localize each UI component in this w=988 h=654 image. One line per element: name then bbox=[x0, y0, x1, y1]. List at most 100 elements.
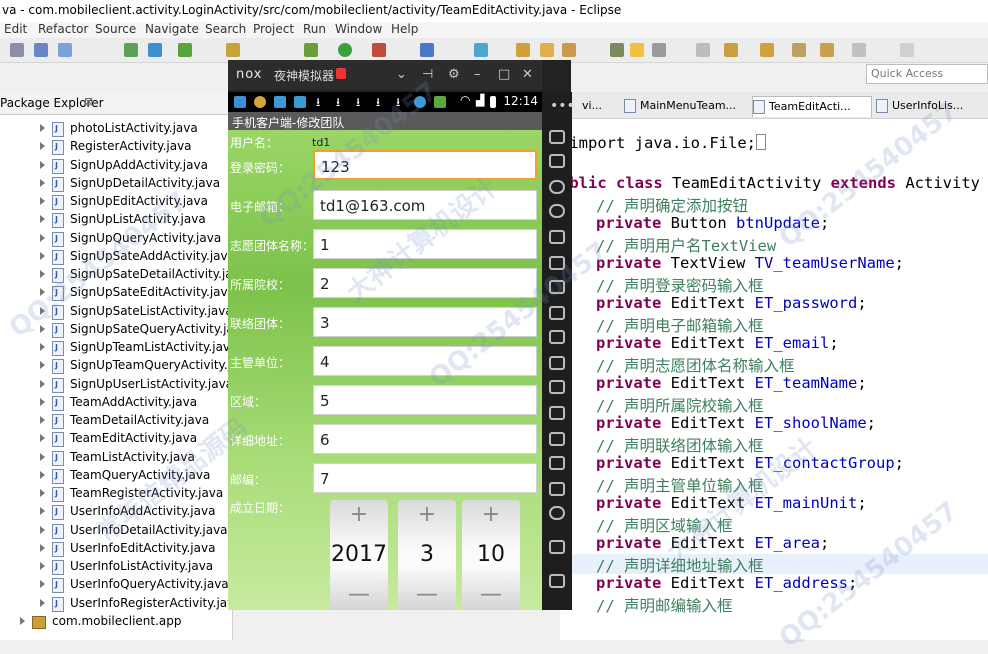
home-icon[interactable] bbox=[549, 540, 565, 554]
menu-run[interactable]: Run bbox=[303, 22, 326, 36]
close-icon[interactable]: ⊠ bbox=[84, 95, 93, 108]
highlight-icon[interactable] bbox=[630, 43, 644, 57]
tab-editor-1[interactable]: vi... bbox=[582, 96, 622, 116]
expand-arrow-icon[interactable] bbox=[40, 233, 45, 242]
display-icon[interactable] bbox=[549, 230, 565, 244]
new-icon[interactable] bbox=[10, 43, 24, 57]
tree-item[interactable]: J TeamEditActivity.java bbox=[0, 430, 232, 448]
expand-arrow-icon[interactable] bbox=[40, 288, 45, 297]
keyboard-icon[interactable] bbox=[549, 130, 565, 144]
month-picker[interactable]: + 3 — bbox=[398, 500, 456, 610]
volume-down-icon[interactable] bbox=[549, 306, 565, 320]
sync-icon[interactable] bbox=[549, 482, 565, 496]
tab-userinfolist[interactable]: UserInfoLis... bbox=[876, 96, 986, 116]
expand-arrow-icon[interactable] bbox=[40, 251, 45, 260]
back-icon[interactable] bbox=[820, 43, 834, 57]
fullscreen-icon[interactable] bbox=[549, 256, 565, 270]
shake-icon[interactable] bbox=[549, 356, 565, 370]
tree-item[interactable]: JphotoListActivity.java bbox=[0, 120, 232, 138]
folder-icon[interactable] bbox=[226, 43, 240, 57]
menu-icon[interactable] bbox=[549, 456, 565, 470]
tree-item[interactable]: J SignUpSateQueryActivity.java bbox=[0, 321, 248, 339]
address-input[interactable]: 6 bbox=[313, 424, 537, 454]
expand-arrow-icon[interactable] bbox=[40, 306, 45, 315]
chevron-down-icon[interactable]: ⌄ bbox=[396, 67, 407, 82]
annotation-icon[interactable] bbox=[610, 43, 624, 57]
team-name-input[interactable]: 1 bbox=[313, 229, 537, 259]
expand-arrow-icon[interactable] bbox=[20, 616, 25, 625]
day-picker[interactable]: + 10 — bbox=[462, 500, 520, 610]
apk-icon[interactable] bbox=[549, 330, 565, 344]
maximize-icon[interactable]: □ bbox=[498, 67, 510, 82]
prev-annotation-icon[interactable] bbox=[760, 43, 774, 57]
forward-icon[interactable] bbox=[852, 43, 866, 57]
year-picker[interactable]: + 2017 — bbox=[330, 500, 388, 610]
expand-arrow-icon[interactable] bbox=[40, 489, 45, 497]
expand-arrow-icon[interactable] bbox=[40, 434, 45, 443]
tree-item[interactable]: J SignUpDetailActivity.java bbox=[0, 175, 232, 193]
pin-icon[interactable]: ⊣ bbox=[422, 67, 433, 82]
external-tools-icon[interactable] bbox=[372, 43, 386, 57]
expand-arrow-icon[interactable] bbox=[40, 452, 45, 461]
pen-icon[interactable] bbox=[562, 43, 576, 57]
month-decrement-button[interactable]: — bbox=[398, 582, 456, 607]
day-increment-button[interactable]: + bbox=[462, 502, 520, 527]
expand-arrow-icon[interactable] bbox=[40, 124, 45, 132]
tree-item[interactable]: J TeamQueryActivity.java bbox=[0, 467, 232, 485]
close-icon[interactable]: ✕ bbox=[522, 67, 533, 82]
format-icon[interactable] bbox=[652, 43, 666, 57]
open-file-icon[interactable] bbox=[540, 43, 554, 57]
debug-icon[interactable] bbox=[304, 43, 318, 57]
month-increment-button[interactable]: + bbox=[398, 502, 456, 527]
tree-item[interactable]: J SignUpTeamQueryActivity.java bbox=[0, 357, 253, 375]
menu-refactor[interactable]: Refactor bbox=[38, 22, 88, 36]
tree-item[interactable]: J SignUpTeamListActivity.java bbox=[0, 339, 237, 357]
school-input[interactable]: 2 bbox=[313, 268, 537, 298]
scissors-icon[interactable] bbox=[549, 180, 565, 194]
expand-arrow-icon[interactable] bbox=[40, 215, 45, 224]
day-decrement-button[interactable]: — bbox=[462, 582, 520, 607]
expand-arrow-icon[interactable] bbox=[40, 562, 45, 570]
run-icon[interactable] bbox=[338, 43, 352, 57]
perspective-icon[interactable] bbox=[900, 43, 914, 57]
expand-arrow-icon[interactable] bbox=[40, 416, 45, 424]
gear-icon[interactable]: ⚙ bbox=[448, 67, 460, 82]
tree-item[interactable]: J SignUpListActivity.java bbox=[0, 211, 232, 229]
save-icon[interactable] bbox=[34, 43, 48, 57]
postcode-input[interactable]: 7 bbox=[313, 463, 537, 493]
menu-window[interactable]: Window bbox=[335, 22, 382, 36]
tree-item[interactable]: J TeamListActivity.java bbox=[0, 449, 232, 467]
tree-item[interactable]: J SignUpSateDetailActivity.java bbox=[0, 266, 247, 284]
tree-item[interactable]: J UserInfoQueryActivity.java bbox=[0, 576, 232, 594]
expand-arrow-icon[interactable] bbox=[40, 543, 45, 552]
contact-group-input[interactable]: 3 bbox=[313, 307, 537, 337]
export-icon[interactable] bbox=[148, 43, 162, 57]
open-folder-icon[interactable] bbox=[516, 43, 530, 57]
year-increment-button[interactable]: + bbox=[330, 502, 388, 527]
expand-arrow-icon[interactable] bbox=[40, 178, 45, 187]
area-input[interactable]: 5 bbox=[313, 385, 537, 415]
tree-item[interactable]: J UserInfoEditActivity.java bbox=[0, 540, 232, 558]
macro-icon[interactable] bbox=[549, 380, 565, 394]
tree-item[interactable]: J TeamRegisterActivity.java bbox=[0, 485, 232, 503]
expand-arrow-icon[interactable] bbox=[40, 270, 45, 278]
tab-teamedit[interactable]: TeamEditActi... bbox=[752, 96, 872, 117]
expand-arrow-icon[interactable] bbox=[40, 343, 45, 351]
tree-item[interactable]: J SignUpSateAddActivity.java bbox=[0, 248, 235, 266]
block-icon[interactable] bbox=[696, 43, 710, 57]
email-input[interactable]: td1@163.com bbox=[313, 190, 537, 220]
expand-arrow-icon[interactable] bbox=[40, 324, 45, 333]
expand-arrow-icon[interactable] bbox=[40, 379, 45, 388]
tree-item[interactable]: J UserInfoListActivity.java bbox=[0, 558, 232, 576]
tree-item[interactable]: J RegisterActivity.java bbox=[0, 138, 232, 156]
recorder-icon[interactable] bbox=[549, 432, 565, 446]
tree-item[interactable]: J SignUpEditActivity.java bbox=[0, 193, 232, 211]
tree-item[interactable]: J SignUpSateListActivity.java bbox=[0, 303, 233, 321]
year-decrement-button[interactable]: — bbox=[330, 582, 388, 607]
minimize-icon[interactable]: – bbox=[474, 67, 481, 82]
tab-mainmenuteam[interactable]: MainMenuTeam... bbox=[624, 96, 742, 116]
expand-arrow-icon[interactable] bbox=[40, 598, 45, 607]
menu-navigate[interactable]: Navigate bbox=[145, 22, 199, 36]
more-icon[interactable]: ••• bbox=[550, 98, 575, 114]
expand-arrow-icon[interactable] bbox=[40, 142, 45, 151]
